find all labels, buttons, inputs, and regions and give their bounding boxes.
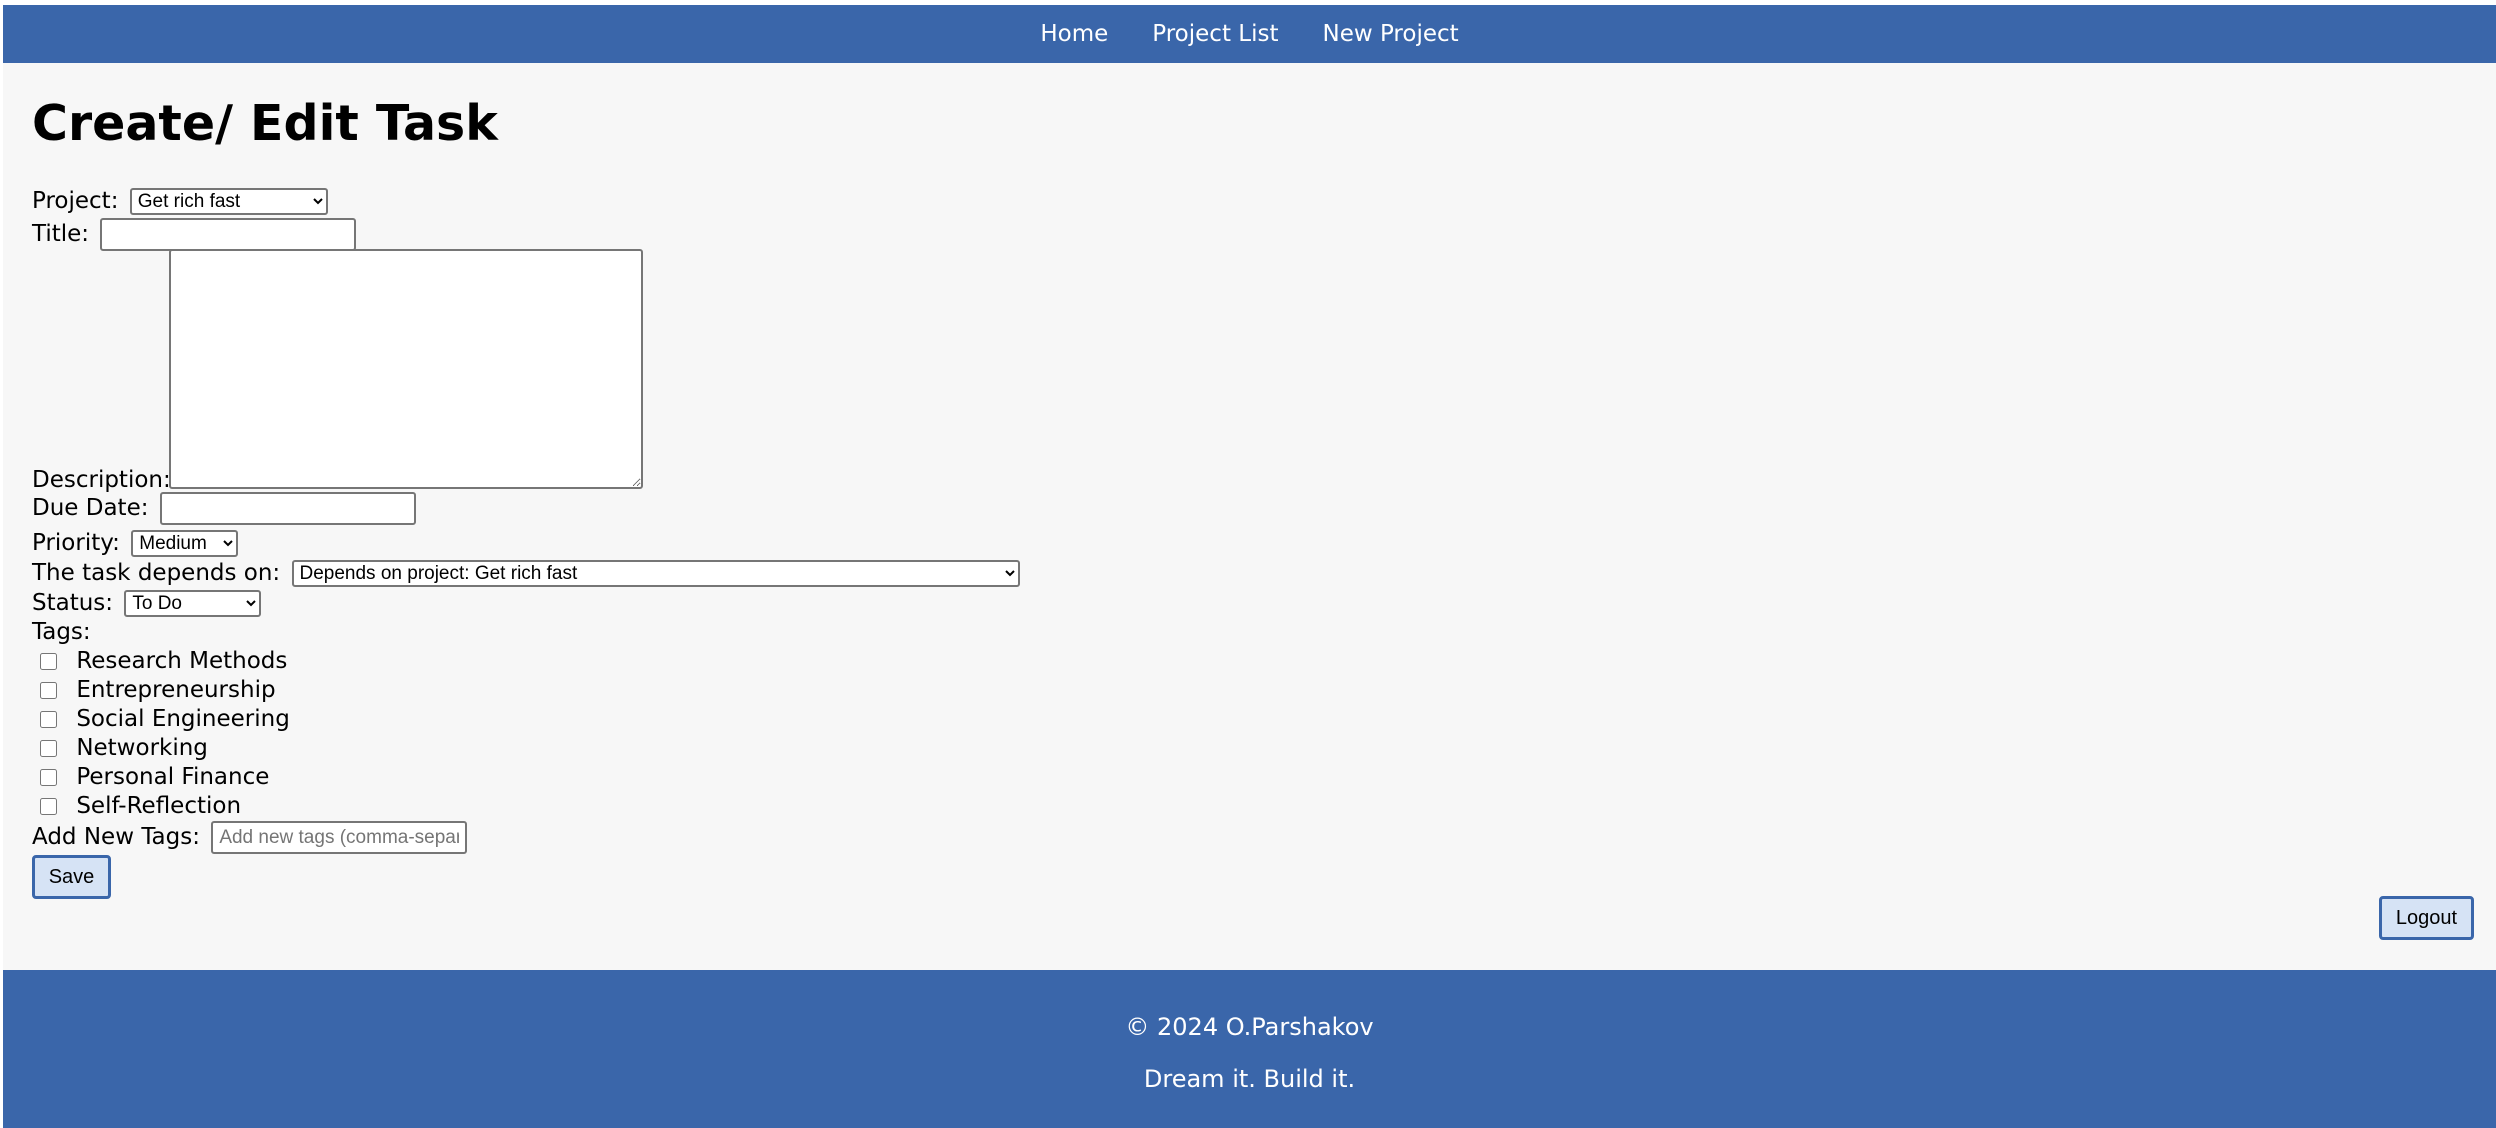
project-select[interactable]: Get rich fast — [129, 188, 328, 215]
depends-on-select[interactable]: Depends on project: Get rich fast — [291, 560, 1020, 587]
tag-checkbox-research-methods[interactable] — [40, 653, 57, 670]
tag-label-research-methods: Research Methods — [76, 648, 288, 674]
footer-copyright: © 2024 O.Parshakov — [1125, 1013, 1374, 1041]
tag-label-personal-finance: Personal Finance — [76, 764, 270, 790]
title-row: Title: — [32, 218, 357, 251]
due-date-row: Due Date: — [32, 492, 416, 525]
app-frame: Home Project List New Project Create/ Ed… — [3, 5, 2496, 1128]
nav-new-project-link[interactable]: New Project — [1322, 21, 1458, 47]
footer: © 2024 O.Parshakov Dream it. Build it. — [3, 970, 2496, 1128]
new-tags-input[interactable] — [211, 821, 468, 854]
logout-button[interactable]: Logout — [2379, 896, 2474, 940]
status-label: Status: — [32, 590, 114, 616]
top-navigation: Home Project List New Project — [3, 5, 2496, 63]
depends-on-label: The task depends on: — [32, 560, 281, 586]
tag-item[interactable]: Social Engineering — [32, 706, 290, 732]
tag-item[interactable]: Personal Finance — [32, 764, 269, 790]
tag-checkbox-personal-finance[interactable] — [40, 769, 57, 786]
save-button[interactable]: Save — [32, 855, 111, 899]
priority-label: Priority: — [32, 530, 120, 556]
tag-item[interactable]: Networking — [32, 735, 208, 761]
tag-label-social-engineering: Social Engineering — [76, 706, 290, 732]
tag-label-networking: Networking — [76, 735, 208, 761]
tag-label-entrepreneurship: Entrepreneurship — [76, 677, 276, 703]
tag-item[interactable]: Research Methods — [32, 648, 287, 674]
tags-label: Tags: — [32, 619, 91, 645]
tag-label-self-reflection: Self-Reflection — [76, 793, 242, 819]
priority-select[interactable]: Medium — [131, 530, 239, 557]
tag-checkbox-networking[interactable] — [40, 740, 57, 757]
tag-item[interactable]: Entrepreneurship — [32, 677, 276, 703]
nav-home-link[interactable]: Home — [1040, 21, 1108, 47]
description-label: Description: — [32, 467, 171, 493]
depends-on-row: The task depends on: Depends on project:… — [32, 560, 1020, 587]
title-input[interactable] — [100, 218, 357, 251]
tag-checkbox-self-reflection[interactable] — [40, 798, 57, 815]
tags-heading-row: Tags: — [32, 619, 91, 645]
description-textarea[interactable] — [169, 249, 643, 489]
status-select[interactable]: To Do — [124, 590, 262, 617]
due-date-label: Due Date: — [32, 495, 149, 521]
title-label: Title: — [32, 221, 90, 247]
page-title: Create/ Edit Task — [32, 95, 498, 152]
tag-item[interactable]: Self-Reflection — [32, 793, 241, 819]
nav-project-list-link[interactable]: Project List — [1152, 21, 1278, 47]
project-row: Project: Get rich fast — [32, 188, 328, 215]
footer-tagline: Dream it. Build it. — [1143, 1065, 1356, 1093]
new-tags-label: Add New Tags: — [32, 824, 200, 850]
due-date-input[interactable] — [159, 492, 416, 525]
priority-row: Priority: Medium — [32, 530, 239, 557]
project-label: Project: — [32, 188, 119, 214]
tag-checkbox-entrepreneurship[interactable] — [40, 682, 57, 699]
tag-checkbox-social-engineering[interactable] — [40, 711, 57, 728]
save-row: Save — [32, 855, 111, 899]
new-tags-row: Add New Tags: — [32, 821, 468, 854]
status-row: Status: To Do — [32, 590, 262, 617]
